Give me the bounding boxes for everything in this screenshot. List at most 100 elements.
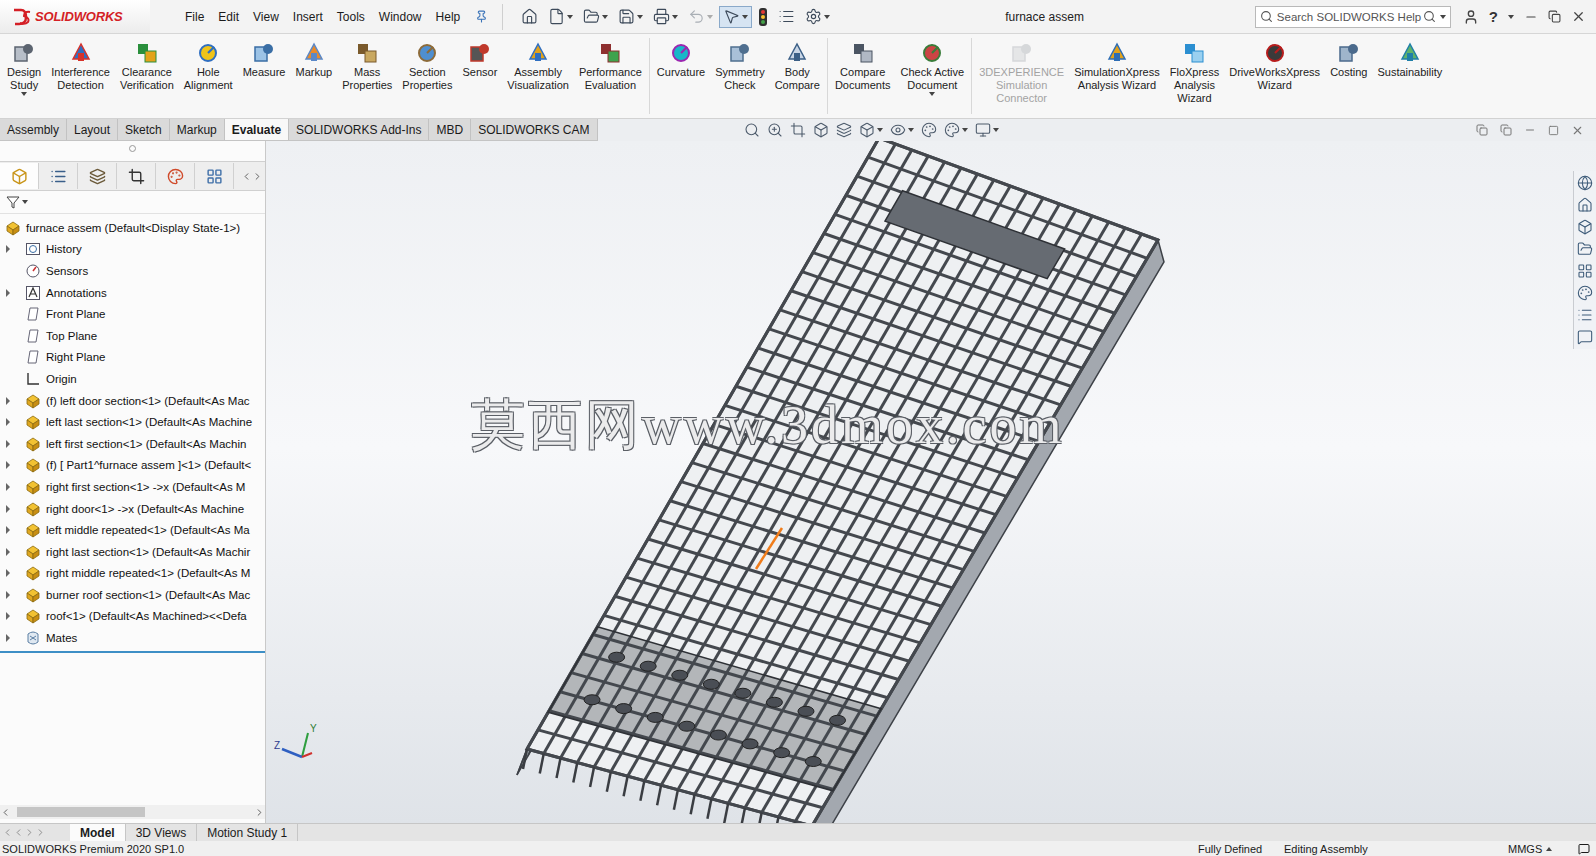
dropdown-caret[interactable] [908, 128, 914, 132]
search-icon[interactable] [1423, 10, 1436, 23]
logo[interactable]: SOLIDWORKS [0, 0, 150, 33]
command-tab[interactable]: SOLIDWORKS CAM [471, 119, 597, 140]
expand-toggle[interactable] [6, 526, 24, 534]
filter-icon[interactable] [6, 195, 20, 209]
maximize-icon[interactable] [1548, 125, 1559, 136]
command-tab[interactable]: SOLIDWORKS Add-Ins [289, 119, 429, 140]
ribbon-button[interactable]: DriveWorksXpressWizard [1224, 38, 1325, 94]
scroll-right-icon[interactable] [252, 171, 263, 182]
task-pane-icon[interactable] [1577, 241, 1593, 257]
dropdown-caret[interactable] [929, 92, 935, 96]
dropdown-caret[interactable] [637, 15, 643, 19]
expand-toggle[interactable] [6, 418, 24, 426]
dropdown-caret[interactable] [602, 15, 608, 19]
command-tab[interactable]: Assembly [0, 119, 67, 140]
tree-item[interactable]: roof<1> (Default<As Machined><<Defa [0, 606, 265, 628]
view-button[interactable] [744, 122, 760, 138]
scroll-left-icon[interactable] [241, 171, 252, 182]
panel-grip[interactable] [0, 141, 265, 161]
quick-access-button[interactable] [517, 6, 542, 28]
quick-access-button[interactable] [544, 6, 577, 28]
expand-toggle[interactable] [6, 289, 24, 297]
quick-access-button[interactable] [801, 6, 834, 28]
ribbon-button[interactable]: SimulationXpressAnalysis Wizard [1069, 38, 1165, 94]
command-tab[interactable]: MBD [429, 119, 471, 140]
tree-item[interactable]: left last section<1> (Default<As Machine [0, 411, 265, 433]
last-tab-icon[interactable] [35, 827, 46, 838]
dropdown-caret[interactable] [824, 15, 830, 19]
panel-tab[interactable] [117, 163, 156, 189]
bottom-tab[interactable]: Model [70, 824, 126, 841]
tree-item[interactable]: Annotations [0, 282, 265, 304]
menu-item[interactable]: View [246, 7, 286, 27]
expand-toggle[interactable] [6, 634, 24, 642]
panel-tab[interactable] [156, 163, 195, 189]
ribbon-button[interactable]: Sensor [457, 38, 502, 81]
command-tab[interactable]: Markup [170, 119, 225, 140]
tree-item[interactable]: Sensors [0, 260, 265, 282]
tree-item[interactable]: History [0, 239, 265, 261]
panel-tab[interactable] [195, 163, 234, 189]
tree-item[interactable]: Right Plane [0, 347, 265, 369]
ribbon-button[interactable]: DesignStudy [2, 38, 46, 98]
menu-item[interactable]: Tools [330, 7, 372, 27]
expand-toggle[interactable] [6, 440, 24, 448]
tree-item[interactable]: burner roof section<1> (Default<As Mac [0, 584, 265, 606]
expand-toggle[interactable] [6, 461, 24, 469]
tree-item[interactable]: Front Plane [0, 303, 265, 325]
search-field[interactable]: Search SOLIDWORKS Help [1255, 6, 1451, 28]
minimize-icon[interactable] [1524, 10, 1538, 24]
ribbon-button[interactable]: Costing [1325, 38, 1372, 81]
view-button[interactable] [975, 122, 999, 138]
quick-access-button[interactable] [614, 6, 647, 28]
scroll-right-icon[interactable] [254, 807, 265, 818]
view-button[interactable] [813, 122, 829, 138]
tree-root[interactable]: furnace assem (Default<Display State-1>) [0, 217, 265, 239]
panel-tab[interactable] [78, 163, 117, 189]
dropdown-caret[interactable] [1508, 15, 1514, 19]
horizontal-scrollbar[interactable] [0, 805, 265, 819]
dropdown-caret[interactable] [21, 92, 27, 96]
quick-access-button[interactable] [754, 6, 772, 28]
dropdown-caret[interactable] [567, 15, 573, 19]
menu-item[interactable]: Window [372, 7, 429, 27]
view-button[interactable] [836, 122, 852, 138]
view-button[interactable] [859, 122, 883, 138]
quick-access-button[interactable] [774, 6, 799, 28]
view-button[interactable] [790, 122, 806, 138]
expand-toggle[interactable] [6, 483, 24, 491]
quick-access-button[interactable] [649, 6, 682, 28]
tree-item[interactable]: left first section<1> (Default<As Machin [0, 433, 265, 455]
panel-tab-scroll[interactable] [241, 171, 265, 182]
tile-icon[interactable] [1500, 124, 1512, 136]
ribbon-button[interactable]: FloXpressAnalysisWizard [1165, 38, 1225, 107]
ribbon-button[interactable]: AssemblyVisualization [502, 38, 574, 94]
tree-item[interactable]: Mates [0, 627, 265, 649]
dropdown-caret[interactable] [962, 128, 968, 132]
tree-item[interactable]: Origin [0, 368, 265, 390]
tree-item[interactable]: left middle repeated<1> (Default<As Ma [0, 519, 265, 541]
user-icon[interactable] [1463, 9, 1479, 25]
ribbon-button[interactable]: InterferenceDetection [46, 38, 115, 94]
menu-item[interactable]: Insert [286, 7, 330, 27]
command-tab[interactable]: Sketch [118, 119, 170, 140]
ribbon-button[interactable]: CompareDocuments [830, 38, 896, 94]
view-button[interactable] [921, 122, 937, 138]
scroll-left-icon[interactable] [0, 807, 11, 818]
dropdown-caret[interactable] [707, 15, 713, 19]
ribbon-button[interactable]: Check ActiveDocument [896, 38, 970, 98]
tree-item[interactable]: right last section<1> (Default<As Machir [0, 541, 265, 563]
next-tab-icon[interactable] [24, 827, 35, 838]
panel-tab[interactable] [39, 163, 78, 189]
ribbon-button[interactable]: SymmetryCheck [710, 38, 770, 94]
close-icon[interactable] [1571, 9, 1586, 24]
ribbon-button[interactable]: BodyCompare [770, 38, 825, 94]
task-pane-icon[interactable] [1577, 219, 1593, 235]
units-menu-caret[interactable] [1546, 847, 1552, 851]
tree-item[interactable]: Top Plane [0, 325, 265, 347]
ribbon-button[interactable]: Markup [290, 38, 337, 81]
graphics-area[interactable]: 莫西网www.3dmox.comZY [266, 141, 1596, 823]
dropdown-caret[interactable] [672, 15, 678, 19]
task-pane-icon[interactable] [1577, 285, 1593, 301]
expand-toggle[interactable] [6, 612, 24, 620]
